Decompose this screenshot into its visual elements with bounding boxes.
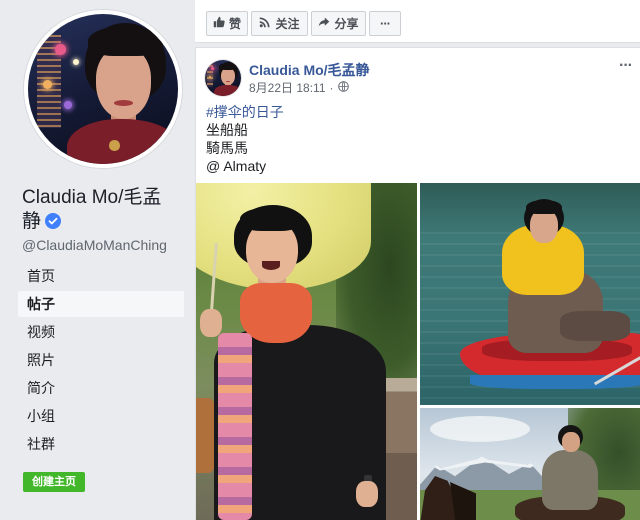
portrait-city-light [73,59,79,65]
photo-bag [196,398,214,473]
more-options-button[interactable]: ··· [369,11,401,36]
profile-picture[interactable] [24,10,182,168]
sidebar-item-groups[interactable]: 小组 [18,402,184,430]
post-photo-horse[interactable] [420,408,640,520]
post-message: #撑伞的日子 坐船船 騎馬馬 @ Almaty [206,103,284,175]
photo-bangs [526,200,562,214]
follow-label: 关注 [275,17,300,31]
post-author-avatar[interactable] [205,60,241,96]
sidebar-item-about[interactable]: 简介 [18,374,184,402]
avatar-portrait [205,60,241,96]
profile-portrait [28,14,178,164]
portrait-city-light [208,75,211,78]
portrait-face [95,47,151,119]
photo-coral-scarf [240,283,312,343]
portrait-lips [225,80,231,82]
post-timestamp[interactable]: 8月22日 18:11 [249,80,326,96]
follow-button[interactable]: 关注 [251,11,308,36]
sidebar-item-posts[interactable]: 帖子 [18,291,184,317]
post-line: 騎馬馬 [206,140,248,156]
post-photo-umbrella[interactable] [196,183,417,520]
verified-badge-icon [45,212,62,229]
sidebar-item-photos[interactable]: 照片 [18,346,184,374]
share-arrow-icon [318,16,330,31]
sidebar-item-label: 社群 [27,436,55,452]
photo-bangs [240,207,302,231]
portrait-clothes [67,119,178,164]
sidebar-item-label: 视频 [27,324,55,340]
portrait-city-light [55,44,66,55]
sidebar-item-label: 帖子 [27,296,55,312]
photo-face [562,432,580,452]
portrait-bangs [219,62,238,71]
post-photo-boat[interactable] [420,183,640,405]
portrait-city-light [211,67,214,70]
photo-legs [560,311,630,341]
portrait-brooch [109,140,120,151]
photo-cloud [430,416,530,442]
portrait-city-light [43,80,52,89]
post-author-name[interactable]: Claudia Mo/毛孟静 [249,61,370,79]
photo-hand [356,481,378,507]
post-options-button[interactable]: ··· [619,57,633,75]
page-action-bar: 赞 关注 分享 ··· [195,0,640,43]
photo-boat-hull [470,375,640,389]
sidebar-item-community[interactable]: 社群 [18,430,184,458]
sidebar-item-label: 照片 [27,352,55,368]
post-card: Claudia Mo/毛孟静 8月22日 18:11 · ··· #撑伞的日子 … [195,47,640,520]
portrait-clothes [214,85,241,96]
post-line: #撑伞的日子 [206,103,284,121]
page-title[interactable]: Claudia Mo/毛孟静 [22,186,172,234]
post-meta: 8月22日 18:11 · [249,80,349,96]
portrait-bangs [88,26,163,56]
action-buttons: 赞 关注 分享 ··· [206,11,401,36]
like-label: 赞 [228,17,241,31]
thumbs-up-icon [213,16,225,31]
meta-separator: · [329,81,334,95]
page-username[interactable]: @ClaudiaMoManChing [22,236,167,254]
rss-icon [259,16,271,31]
portrait-lips [113,99,133,106]
share-label: 分享 [334,17,359,31]
sidebar-item-home[interactable]: 首页 [18,262,184,290]
hashtag-link[interactable]: #撑伞的日子 [206,104,284,120]
portrait-city-light [64,101,72,109]
sidebar-item-label: 首页 [27,268,55,284]
post-line: 坐船船 [206,122,248,138]
like-button[interactable]: 赞 [206,11,248,36]
globe-icon[interactable] [337,80,349,96]
sidebar-item-videos[interactable]: 视频 [18,318,184,346]
page-sidebar: Claudia Mo/毛孟静 @ClaudiaMoManChing 首页 帖子 … [0,0,195,520]
photo-face [530,209,558,243]
post-line: @ Almaty [206,158,267,174]
create-page-button[interactable]: 创建主页 [23,472,85,492]
photo-pink-scarf [218,333,252,520]
sidebar-nav: 首页 帖子 视频 照片 简介 小组 社群 [18,262,184,458]
sidebar-item-label: 小组 [27,408,55,424]
portrait-face [221,67,235,86]
share-button[interactable]: 分享 [311,11,366,36]
photo-smile [262,261,280,270]
photo-hand-holding-umbrella [200,309,222,337]
photo-jacket [542,450,598,510]
page-title-text: Claudia Mo/毛孟静 [22,187,162,232]
sidebar-item-label: 简介 [27,380,55,396]
